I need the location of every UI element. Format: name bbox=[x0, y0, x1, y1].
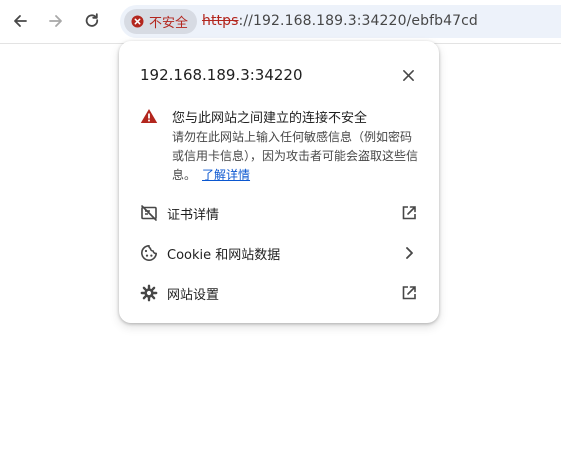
arrow-right-icon bbox=[49, 15, 62, 27]
certificate-error-icon bbox=[141, 205, 157, 221]
certificate-details-label: 证书详情 bbox=[167, 208, 220, 223]
reload-button[interactable] bbox=[78, 7, 106, 35]
external-link-icon bbox=[402, 206, 416, 220]
close-button[interactable] bbox=[398, 65, 418, 85]
chevron-right-icon bbox=[406, 247, 413, 259]
warning-icon bbox=[140, 109, 158, 123]
close-icon bbox=[402, 69, 414, 81]
browser-toolbar: 不安全 https://192.168.189.3:34220/ebfb47cd bbox=[0, 0, 561, 44]
site-settings-item[interactable]: 网站设置 bbox=[119, 273, 439, 313]
security-chip-label: 不安全 bbox=[149, 16, 189, 31]
reload-icon bbox=[85, 13, 99, 27]
url-scheme: https bbox=[202, 13, 239, 29]
omnibox[interactable]: 不安全 https://192.168.189.3:34220/ebfb47cd bbox=[120, 5, 561, 38]
warning-body: 请勿在此网站上输入任何敏感信息（例如密码或信用卡信息），因为攻击者可能会盗取这些… bbox=[172, 128, 422, 185]
site-info-popup: 192.168.189.3:34220 您与此网站之间建立的连接不安全 请勿在此… bbox=[119, 41, 439, 323]
forward-button[interactable] bbox=[42, 7, 70, 35]
external-link-icon bbox=[402, 286, 416, 300]
arrow-left-icon bbox=[14, 15, 27, 27]
cookies-site-data-label: Cookie 和网站数据 bbox=[167, 248, 281, 263]
certificate-details-item[interactable]: 证书详情 bbox=[119, 193, 439, 233]
back-button[interactable] bbox=[6, 7, 34, 35]
security-chip[interactable]: 不安全 bbox=[124, 9, 198, 34]
site-settings-label: 网站设置 bbox=[167, 288, 220, 303]
gear-icon bbox=[140, 284, 158, 302]
popup-title: 192.168.189.3:34220 bbox=[140, 66, 303, 84]
url-text[interactable]: https://192.168.189.3:34220/ebfb47cd bbox=[202, 13, 478, 29]
url-host-path: ://192.168.189.3:34220/ebfb47cd bbox=[238, 13, 478, 29]
learn-more-link[interactable]: 了解详情 bbox=[202, 168, 250, 182]
warning-heading: 您与此网站之间建立的连接不安全 bbox=[172, 111, 368, 126]
cookie-icon bbox=[141, 245, 157, 261]
cookies-site-data-item[interactable]: Cookie 和网站数据 bbox=[119, 233, 439, 273]
not-secure-icon bbox=[131, 15, 144, 28]
